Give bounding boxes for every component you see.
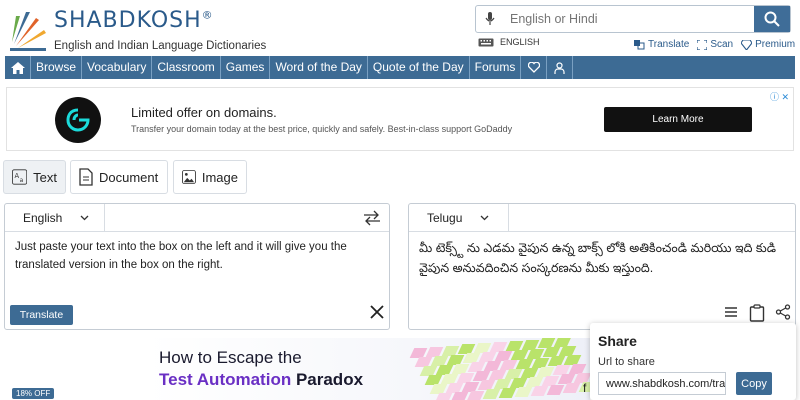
translated-text: మీ టెక్స్ట్ ను ఎడమ వైపున ఉన్న బాక్స్ లోక…	[419, 241, 776, 275]
ad-grid-tile	[434, 393, 453, 400]
text-translate-icon: Aa	[12, 169, 28, 185]
nav-browse[interactable]: Browse	[31, 56, 83, 79]
tab-document[interactable]: Document	[70, 160, 168, 194]
source-language-label: English	[23, 211, 63, 225]
swap-languages-icon[interactable]	[363, 210, 381, 226]
nav-account[interactable]	[547, 56, 574, 79]
godaddy-logo-icon	[55, 97, 101, 143]
translate-icon	[634, 39, 645, 49]
main-navbar: Browse Vocabulary Classroom Games Word o…	[5, 56, 795, 79]
nav-classroom[interactable]: Classroom	[152, 56, 221, 79]
bottom-ad-line2: Test Automation Paradox	[159, 370, 363, 390]
keyboard-language-label: ENGLISH	[500, 37, 540, 47]
target-panel-header: Telugu	[409, 204, 795, 232]
share-url-label: Url to share	[598, 356, 655, 368]
ad-title: Limited offer on domains.	[131, 105, 277, 120]
scan-tool-label: Scan	[710, 39, 734, 50]
ad-learn-more-button[interactable]: Learn More	[604, 107, 752, 132]
search-box	[475, 5, 791, 33]
copy-button[interactable]: Copy	[736, 372, 772, 395]
bottom-ad-line2-rest: Paradox	[291, 370, 364, 389]
source-language-select[interactable]: English	[5, 204, 105, 232]
translate-tool-label: Translate	[648, 39, 690, 50]
scan-tool-link[interactable]: Scan	[697, 39, 733, 50]
tab-document-label: Document	[99, 169, 159, 185]
source-text-input[interactable]: Just paste your text into the box on the…	[15, 238, 377, 274]
tab-image-label: Image	[201, 169, 238, 185]
tab-text-label: Text	[33, 169, 57, 185]
side-letter: f	[583, 381, 587, 395]
translate-tool-link[interactable]: Translate	[634, 39, 689, 50]
target-language-label: Telugu	[427, 211, 463, 225]
premium-tool-label: Premium	[755, 39, 796, 50]
nav-games[interactable]: Games	[221, 56, 271, 79]
brand-name: SHABDKOSH®	[54, 8, 214, 33]
target-language-select[interactable]: Telugu	[409, 204, 509, 232]
ad-banner[interactable]: Limited offer on domains. Transfer your …	[6, 87, 794, 151]
microphone-icon[interactable]	[476, 6, 504, 32]
header-tools: Translate Scan Premium	[634, 39, 795, 50]
translate-button[interactable]: Translate	[10, 305, 73, 325]
image-icon	[182, 170, 196, 184]
nav-favorites[interactable]	[521, 56, 548, 79]
logo-mark-icon	[10, 12, 46, 51]
keyboard-language[interactable]: ENGLISH	[478, 37, 540, 47]
ad-grid-tile	[450, 391, 469, 400]
source-panel: English Just paste your text into the bo…	[4, 203, 390, 330]
bottom-ad-line1: How to Escape the	[159, 348, 302, 367]
premium-tool-link[interactable]: Premium	[741, 39, 795, 50]
search-input[interactable]	[504, 6, 754, 32]
document-icon	[79, 168, 93, 186]
chevron-down-icon	[480, 215, 489, 221]
tab-text[interactable]: Aa Text	[3, 160, 66, 194]
user-icon	[554, 61, 565, 74]
svg-text:a: a	[20, 178, 24, 184]
scan-icon	[697, 39, 708, 50]
brand-tagline: English and Indian Language Dictionaries	[54, 40, 267, 52]
target-panel: Telugu మీ టెక్స్ట్ ను ఎడమ వైపున ఉన్న బాక…	[408, 203, 796, 330]
heart-icon	[527, 62, 540, 73]
tab-image[interactable]: Image	[173, 160, 247, 194]
menu-icon[interactable]	[723, 304, 739, 320]
ad-grid-tile	[546, 384, 565, 395]
ad-text: Transfer your domain today at the best p…	[131, 124, 513, 134]
source-panel-header: English	[5, 204, 389, 232]
nav-forums[interactable]: Forums	[470, 56, 522, 79]
share-title: Share	[598, 333, 637, 349]
search-icon	[764, 11, 780, 27]
ad-graphic	[409, 338, 590, 400]
home-icon	[10, 61, 25, 74]
ad-choices-icon[interactable]: ⓘ ✕	[770, 90, 789, 103]
share-popover: Share Url to share Copy	[590, 323, 796, 400]
nav-home[interactable]	[5, 56, 31, 79]
share-url-input[interactable]	[598, 372, 726, 395]
target-actions	[723, 304, 791, 322]
site-logo[interactable]: SHABDKOSH® English and Indian Language D…	[6, 4, 276, 52]
share-icon[interactable]	[775, 304, 791, 320]
search-button[interactable]	[754, 6, 790, 32]
nav-quote-of-the-day[interactable]: Quote of the Day	[368, 56, 470, 79]
clear-icon[interactable]	[369, 304, 385, 320]
keyboard-icon	[478, 38, 494, 46]
clipboard-icon[interactable]	[749, 304, 765, 322]
diamond-icon	[741, 39, 753, 50]
chevron-down-icon	[80, 215, 89, 221]
bottom-ad-banner[interactable]: How to Escape the Test Automation Parado…	[147, 338, 590, 400]
nav-word-of-the-day[interactable]: Word of the Day	[270, 56, 368, 79]
discount-badge: 18% OFF	[12, 388, 55, 399]
bottom-ad-highlight: Test Automation	[159, 370, 292, 389]
nav-vocabulary[interactable]: Vocabulary	[82, 56, 153, 79]
